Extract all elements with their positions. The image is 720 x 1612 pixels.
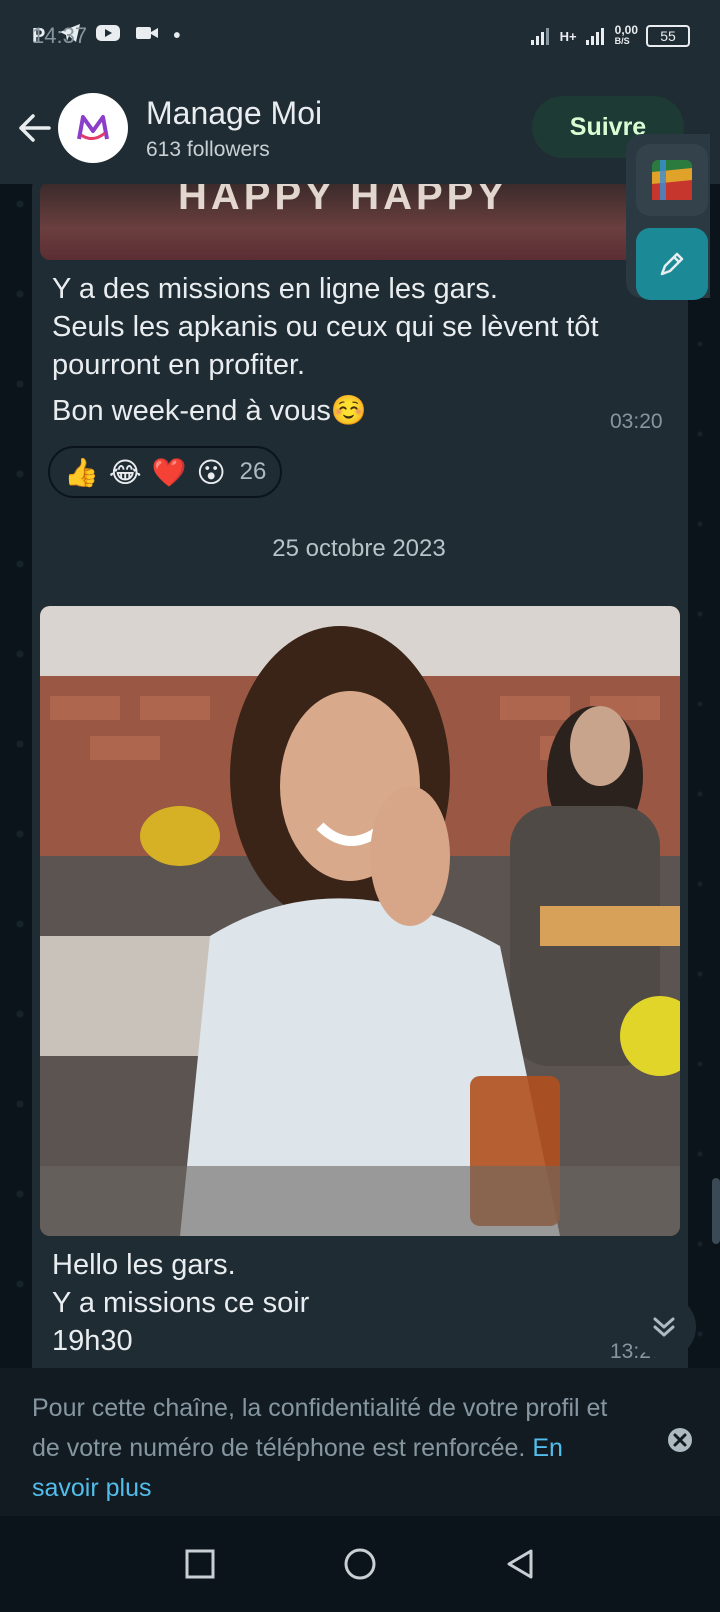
double-chevron-down-icon bbox=[653, 1317, 675, 1337]
status-time: 14:37 bbox=[32, 23, 88, 48]
status-right: H+ 0,00 B/S 55 bbox=[530, 23, 690, 47]
message-line: Y a des missions en ligne les gars. bbox=[52, 273, 498, 305]
speed-value: 0,00 bbox=[614, 23, 638, 37]
edit-pencil-icon[interactable] bbox=[636, 228, 708, 300]
message-line: Y a missions ce soir bbox=[52, 1287, 310, 1319]
reaction-emoji: ❤️ bbox=[151, 456, 187, 488]
reaction-count: 26 bbox=[239, 458, 267, 485]
channel-logo-icon bbox=[77, 115, 109, 140]
recents-square-icon[interactable] bbox=[183, 1547, 217, 1581]
date-separator: 25 octobre 2023 bbox=[246, 522, 472, 576]
signal-2-icon bbox=[585, 28, 604, 45]
message-time: 03:20 bbox=[610, 410, 663, 433]
chat-area: HAPPY HAPPY Y a des missions en ligne le… bbox=[0, 184, 720, 1368]
system-nav-bar bbox=[0, 1516, 720, 1612]
channel-name: Manage Moi bbox=[146, 94, 323, 131]
message-line: pourront en profiter. bbox=[52, 349, 306, 381]
scrollbar[interactable] bbox=[712, 1178, 720, 1244]
youtube-icon bbox=[95, 23, 121, 49]
app-shortcut-icon[interactable] bbox=[636, 144, 708, 216]
channel-header: Manage Moi 613 followers Suivre bbox=[0, 72, 720, 184]
reactions-pill[interactable]: 👍 😂 ❤️ 😮 26 bbox=[48, 446, 283, 498]
back-triangle-icon[interactable] bbox=[503, 1547, 537, 1581]
notification-dot-icon: • bbox=[173, 24, 181, 47]
back-arrow-icon[interactable] bbox=[14, 108, 54, 148]
reaction-emoji: 👍 bbox=[64, 456, 99, 488]
speed-unit: B/S bbox=[614, 36, 630, 46]
reaction-emoji: 😮 bbox=[196, 456, 226, 488]
privacy-notice: Pour cette chaîne, la confidentialité de… bbox=[0, 1368, 720, 1516]
photo-illustration bbox=[40, 606, 680, 1236]
message-line: Seuls les apkanis ou ceux qui se lèvent … bbox=[52, 311, 599, 343]
followers-count: 613 followers bbox=[146, 137, 270, 161]
channel-info[interactable]: Manage Moi 613 followers bbox=[146, 95, 322, 162]
video-camera-icon bbox=[135, 24, 159, 48]
privacy-notice-text: Pour cette chaîne, la confidentialité de… bbox=[32, 1394, 608, 1462]
status-bar: 14:37 P • H+ 0,00 B/S 55 bbox=[0, 0, 720, 72]
signal-icon bbox=[530, 28, 549, 45]
network-speed: 0,00 B/S bbox=[614, 23, 638, 47]
image-caption: HAPPY HAPPY bbox=[178, 184, 509, 218]
channel-avatar[interactable] bbox=[58, 93, 128, 163]
message-image[interactable]: HAPPY HAPPY bbox=[40, 184, 680, 260]
battery-icon: 55 bbox=[646, 25, 690, 47]
reaction-emoji: 😂 bbox=[108, 456, 142, 488]
message-line: Hello les gars. bbox=[52, 1249, 236, 1281]
message-line: Bon week-end à vous☺️ bbox=[52, 395, 368, 427]
home-circle-icon[interactable] bbox=[342, 1546, 378, 1582]
scroll-to-bottom-button[interactable] bbox=[632, 1295, 696, 1359]
message-photo[interactable] bbox=[40, 606, 680, 1236]
close-icon[interactable] bbox=[666, 1426, 694, 1454]
message-bubble[interactable]: Hello les gars. Y a missions ce soir 19h… bbox=[32, 598, 688, 1368]
message-line: 19h30 bbox=[52, 1325, 133, 1357]
network-type: H+ bbox=[559, 28, 577, 44]
